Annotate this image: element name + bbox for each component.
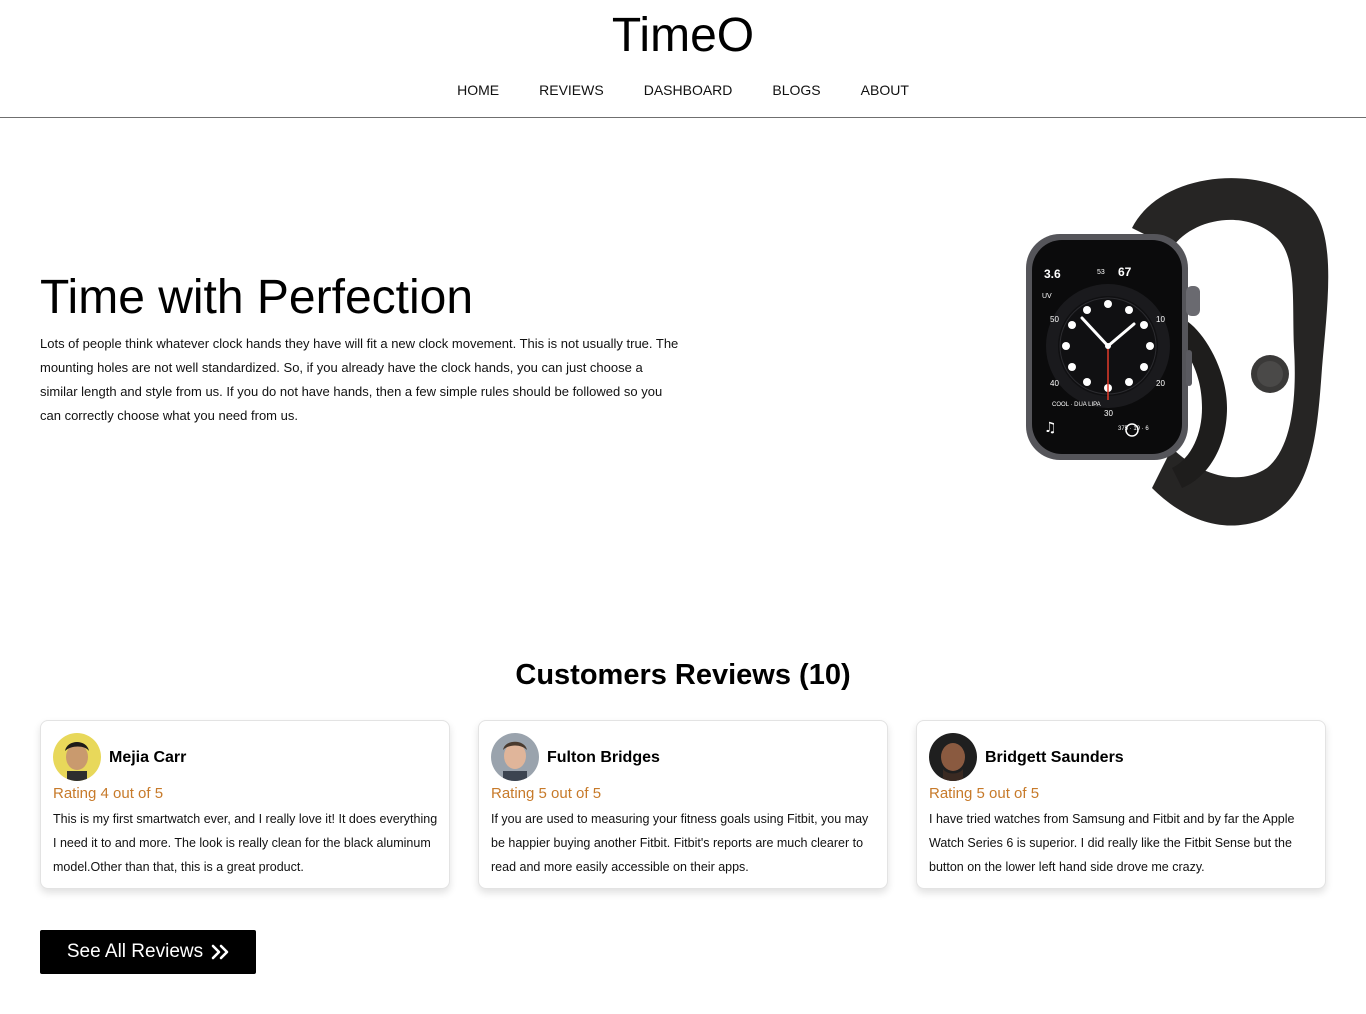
face-text-36: 3.6 <box>1044 267 1061 281</box>
svg-text:♫: ♫ <box>1044 420 1057 436</box>
main-nav: HOME REVIEWS DASHBOARD BLOGS ABOUT <box>0 80 1366 100</box>
face-text-date: 375 · 19 · 6 <box>1118 426 1149 432</box>
review-rating: Rating 4 out of 5 <box>53 785 164 802</box>
nav-reviews[interactable]: REVIEWS <box>519 80 624 100</box>
face-text-10: 10 <box>1156 315 1165 324</box>
nav-about[interactable]: ABOUT <box>841 80 929 100</box>
review-card: Mejia Carr Rating 4 out of 5 This is my … <box>40 720 450 889</box>
reviewer-name: Fulton Bridges <box>547 749 660 766</box>
face-text-53: 53 <box>1097 269 1105 276</box>
review-card: Fulton Bridges Rating 5 out of 5 If you … <box>478 720 888 889</box>
reviews-heading: Customers Reviews (10) <box>515 659 851 691</box>
apple-watch-illustration: 3.6 53 67 50 10 40 20 30 UV COOL · DUA L… <box>1026 178 1329 526</box>
site-header: TimeO HOME REVIEWS DASHBOARD BLOGS ABOUT <box>0 0 1366 118</box>
face-text-cool: COOL · DUA LIPA <box>1052 402 1101 408</box>
nav-dashboard[interactable]: DASHBOARD <box>624 80 753 100</box>
review-text: If you are used to measuring your fitnes… <box>491 812 869 874</box>
review-text: I have tried watches from Samsung and Fi… <box>929 812 1295 874</box>
hero-title: Time with Perfection <box>40 271 474 324</box>
avatar <box>929 733 977 781</box>
hero-description: Lots of people think whatever clock hand… <box>40 336 679 423</box>
face-text-uv: UV <box>1042 293 1052 300</box>
avatar <box>53 733 101 781</box>
see-all-reviews-button[interactable]: See All Reviews <box>40 930 256 974</box>
review-rating: Rating 5 out of 5 <box>929 785 1040 802</box>
reviewer-name: Bridgett Saunders <box>985 749 1124 766</box>
brand-logo[interactable]: TimeO <box>0 8 1366 64</box>
face-text-50: 50 <box>1050 315 1059 324</box>
nav-home[interactable]: HOME <box>437 80 519 100</box>
face-text-40: 40 <box>1050 379 1059 388</box>
reviewer-name: Mejia Carr <box>109 749 187 766</box>
watch-image: 3.6 53 67 50 10 40 20 30 UV COOL · DUA L… <box>1022 168 1332 530</box>
face-text-20: 20 <box>1156 379 1165 388</box>
double-chevron-right-icon <box>211 944 229 960</box>
review-text: This is my first smartwatch ever, and I … <box>53 812 438 874</box>
face-text-30: 30 <box>1104 409 1113 418</box>
avatar <box>491 733 539 781</box>
see-all-reviews-label: See All Reviews <box>66 941 204 962</box>
nav-blogs[interactable]: BLOGS <box>752 80 840 100</box>
review-card: Bridgett Saunders Rating 5 out of 5 I ha… <box>916 720 1326 889</box>
face-text-67: 67 <box>1118 265 1132 279</box>
review-rating: Rating 5 out of 5 <box>491 785 602 802</box>
